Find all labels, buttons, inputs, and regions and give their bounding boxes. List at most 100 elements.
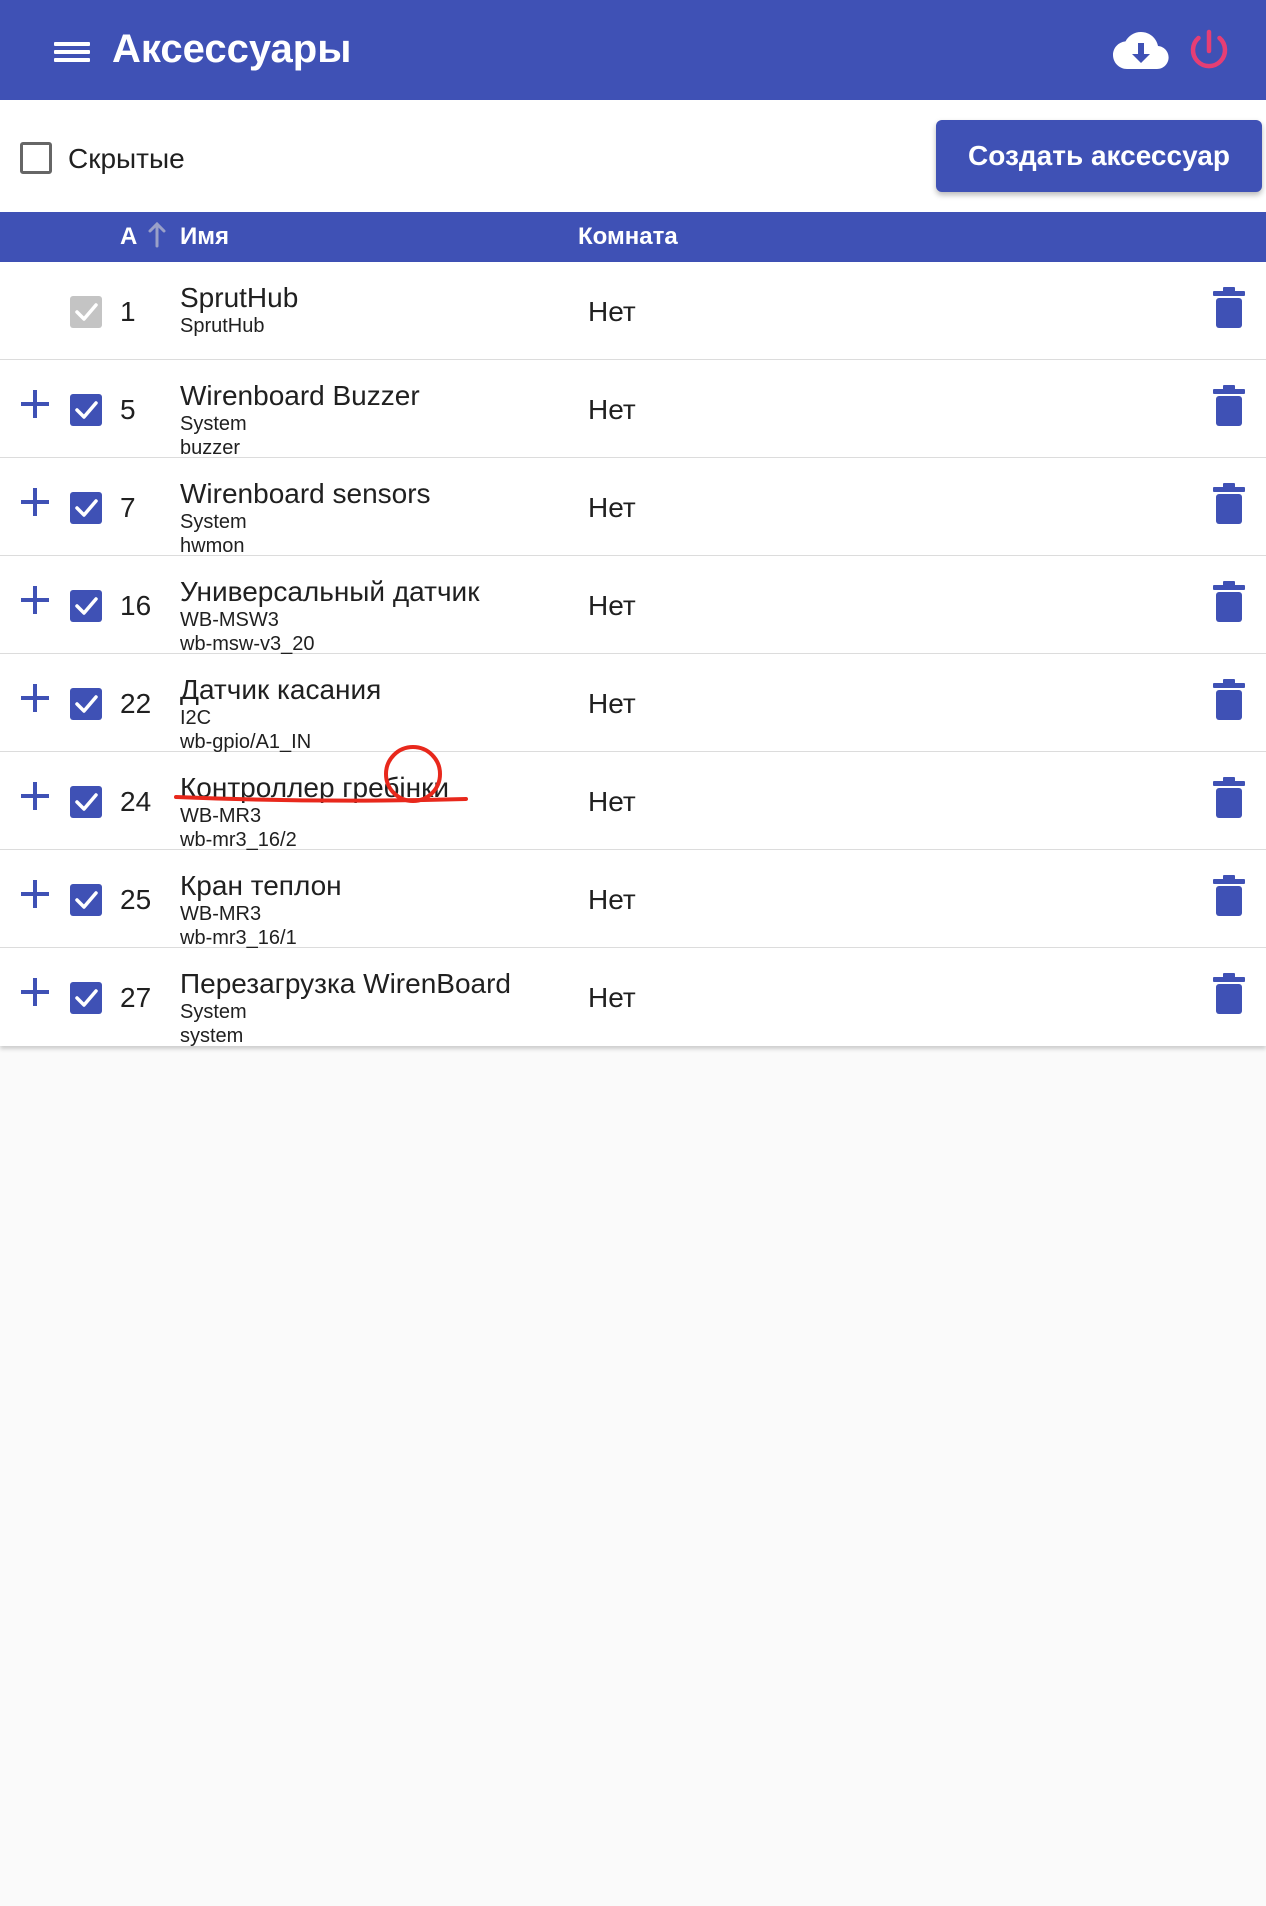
row-type: WB-MR3	[180, 805, 262, 827]
row-type: System	[180, 1001, 247, 1023]
row-name: Контроллер гребінки	[180, 772, 449, 803]
hidden-checkbox-label: Скрытые	[68, 143, 185, 174]
row-device-id: wb-mr3_16/1	[180, 927, 297, 949]
expand-plus-icon[interactable]	[18, 878, 52, 912]
table-row[interactable]: 24 Контроллер гребінки WB-MR3 wb-mr3_16/2 Не…	[0, 752, 1266, 851]
check-icon	[75, 597, 98, 615]
check-icon	[75, 793, 98, 811]
create-accessory-button[interactable]: Создать аксессуар	[936, 120, 1262, 192]
table-row[interactable]: 7 Wirenboard sensors System hwmon Нет	[0, 458, 1266, 557]
expand-plus-icon[interactable]	[18, 976, 52, 1010]
power-button[interactable]	[1186, 28, 1232, 74]
row-checkbox[interactable]	[70, 590, 102, 622]
cloud-download-button[interactable]	[1112, 24, 1170, 76]
row-id: 27	[120, 982, 152, 1013]
trash-icon	[1213, 581, 1245, 622]
trash-icon	[1213, 973, 1245, 1014]
delete-button[interactable]	[1212, 972, 1246, 1016]
expand-plus-icon[interactable]	[18, 780, 52, 814]
row-room: Нет	[588, 982, 636, 1013]
row-id: 22	[120, 688, 152, 719]
row-checkbox	[70, 296, 102, 328]
hidden-checkbox[interactable]	[20, 142, 52, 174]
delete-button[interactable]	[1212, 776, 1246, 820]
row-name: Датчик касания	[180, 674, 382, 705]
check-icon	[75, 401, 98, 419]
delete-button[interactable]	[1212, 874, 1246, 918]
row-device-id: buzzer	[180, 437, 241, 459]
row-room: Нет	[588, 492, 636, 523]
trash-icon	[1213, 875, 1245, 916]
row-name: Универсальный датчик	[180, 576, 480, 607]
page-title: Аксессуары	[112, 27, 352, 71]
menu-button[interactable]	[46, 30, 98, 70]
table-row[interactable]: 5 Wirenboard Buzzer System buzzer Нет	[0, 360, 1266, 459]
row-device-id: wb-msw-v3_20	[180, 633, 315, 655]
row-checkbox[interactable]	[70, 786, 102, 818]
row-device-id: wb-gpio/A1_IN	[180, 731, 312, 753]
delete-button[interactable]	[1212, 286, 1246, 330]
delete-button[interactable]	[1212, 482, 1246, 526]
row-name: Перезагрузка WirenBoard	[180, 968, 511, 999]
row-checkbox[interactable]	[70, 394, 102, 426]
row-type: System	[180, 413, 247, 435]
expand-plus-icon[interactable]	[18, 682, 52, 716]
check-icon	[75, 695, 98, 713]
column-header-room[interactable]: Комната	[578, 224, 678, 250]
trash-icon	[1213, 483, 1245, 524]
check-icon	[75, 499, 98, 517]
row-room: Нет	[588, 884, 636, 915]
table-row[interactable]: 27 Перезагрузка WirenBoard System system Нет	[0, 948, 1266, 1047]
trash-icon	[1213, 679, 1245, 720]
row-room: Нет	[588, 786, 636, 817]
row-name: Wirenboard sensors	[180, 478, 431, 509]
accessories-table: 1 SprutHub SprutHub Нет 5 Wirenboard Buzzer Sy…	[0, 262, 1266, 1047]
row-id: 7	[120, 492, 136, 523]
check-icon	[75, 891, 98, 909]
expand-plus-icon[interactable]	[18, 486, 52, 520]
row-name: Кран теплон	[180, 870, 342, 901]
check-icon	[75, 303, 98, 321]
table-row[interactable]: 1 SprutHub SprutHub Нет	[0, 262, 1266, 360]
power-icon	[1190, 29, 1228, 69]
column-header-name[interactable]: Имя	[180, 224, 229, 250]
trash-icon	[1213, 777, 1245, 818]
row-name: SprutHub	[180, 282, 299, 313]
row-checkbox[interactable]	[70, 688, 102, 720]
row-id: 16	[120, 590, 152, 621]
delete-button[interactable]	[1212, 580, 1246, 624]
row-id: 1	[120, 296, 136, 327]
toolbar: Скрытые Создать аксессуар	[0, 100, 1266, 212]
row-checkbox[interactable]	[70, 492, 102, 524]
table-row[interactable]: 25 Кран теплон WB-MR3 wb-mr3_16/1 Нет	[0, 850, 1266, 949]
row-id: 25	[120, 884, 152, 915]
table-row[interactable]: 22 Датчик касания I2C wb-gpio/A1_IN Нет	[0, 654, 1266, 753]
row-device-id: wb-mr3_16/2	[180, 829, 297, 851]
app-bar: Аксессуары	[0, 0, 1266, 100]
expand-plus-icon[interactable]	[18, 388, 52, 422]
row-type: System	[180, 511, 247, 533]
row-device-id: system	[180, 1025, 244, 1047]
row-type: SprutHub	[180, 315, 265, 337]
row-type: WB-MR3	[180, 903, 262, 925]
menu-icon	[54, 42, 90, 46]
cloud-download-icon	[1113, 32, 1169, 69]
row-room: Нет	[588, 394, 636, 425]
table-header: A Имя Комната	[0, 212, 1266, 262]
row-id: 24	[120, 786, 152, 817]
row-checkbox[interactable]	[70, 884, 102, 916]
row-checkbox[interactable]	[70, 982, 102, 1014]
check-icon	[75, 989, 98, 1007]
row-type: I2C	[180, 707, 212, 729]
row-room: Нет	[588, 296, 636, 327]
row-type: WB-MSW3	[180, 609, 279, 631]
row-room: Нет	[588, 590, 636, 621]
trash-icon	[1213, 287, 1245, 328]
delete-button[interactable]	[1212, 384, 1246, 428]
table-row[interactable]: 16 Универсальный датчик WB-MSW3 wb-msw-v3_2…	[0, 556, 1266, 655]
column-header-a[interactable]: A	[120, 224, 137, 250]
delete-button[interactable]	[1212, 678, 1246, 722]
sort-ascending-icon[interactable]	[146, 220, 168, 250]
expand-plus-icon[interactable]	[18, 584, 52, 618]
row-room: Нет	[588, 688, 636, 719]
